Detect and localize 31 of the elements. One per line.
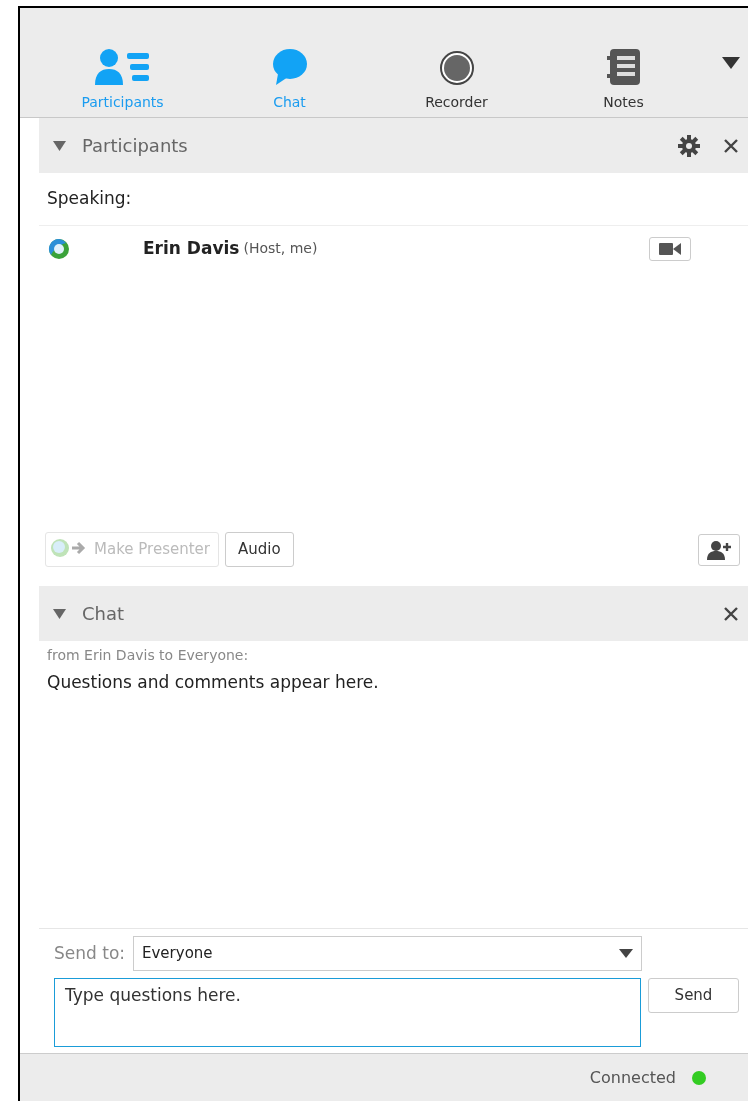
- message-header: from Erin Davis to Everyone:: [47, 646, 250, 665]
- video-camera-button[interactable]: [649, 236, 691, 261]
- settings-icon[interactable]: [678, 134, 700, 157]
- message-text: Questions and comments appear here.: [47, 671, 380, 694]
- panel-title: Participants: [82, 134, 188, 158]
- participant-name: Erin Davis: [143, 236, 240, 260]
- speech-bubble-icon: [271, 48, 308, 86]
- dropdown-caret-icon[interactable]: [722, 57, 740, 69]
- speaking-label: Speaking:: [47, 187, 132, 211]
- participant-role: (Host, me): [243, 239, 318, 258]
- collapse-triangle-icon[interactable]: [53, 608, 66, 619]
- panel-title: Chat: [82, 602, 125, 626]
- toolbar-tab[interactable]: Recorder: [373, 49, 540, 117]
- add-person-button[interactable]: [698, 533, 740, 566]
- status-text: Connected: [589, 1066, 676, 1089]
- send-to-label: Send to:: [54, 941, 125, 965]
- audio-button[interactable]: Audio: [224, 532, 294, 567]
- video-camera-icon: [659, 241, 681, 256]
- message-input[interactable]: Type questions here.: [54, 978, 641, 1047]
- presenter-ball-icon: [48, 237, 70, 260]
- close-icon[interactable]: [724, 606, 738, 621]
- caret-icon: [619, 949, 633, 958]
- recipient-dropdown[interactable]: Everyone: [133, 936, 642, 971]
- collapse-triangle-icon[interactable]: [53, 140, 66, 151]
- record-icon: [438, 50, 475, 86]
- notebook-icon: [605, 48, 642, 86]
- toolbar-tab[interactable]: Notes: [540, 47, 707, 117]
- send-button[interactable]: Send: [648, 978, 739, 1013]
- close-icon[interactable]: [724, 138, 738, 153]
- add-person-icon: [707, 539, 731, 560]
- people-list-icon: [93, 48, 152, 86]
